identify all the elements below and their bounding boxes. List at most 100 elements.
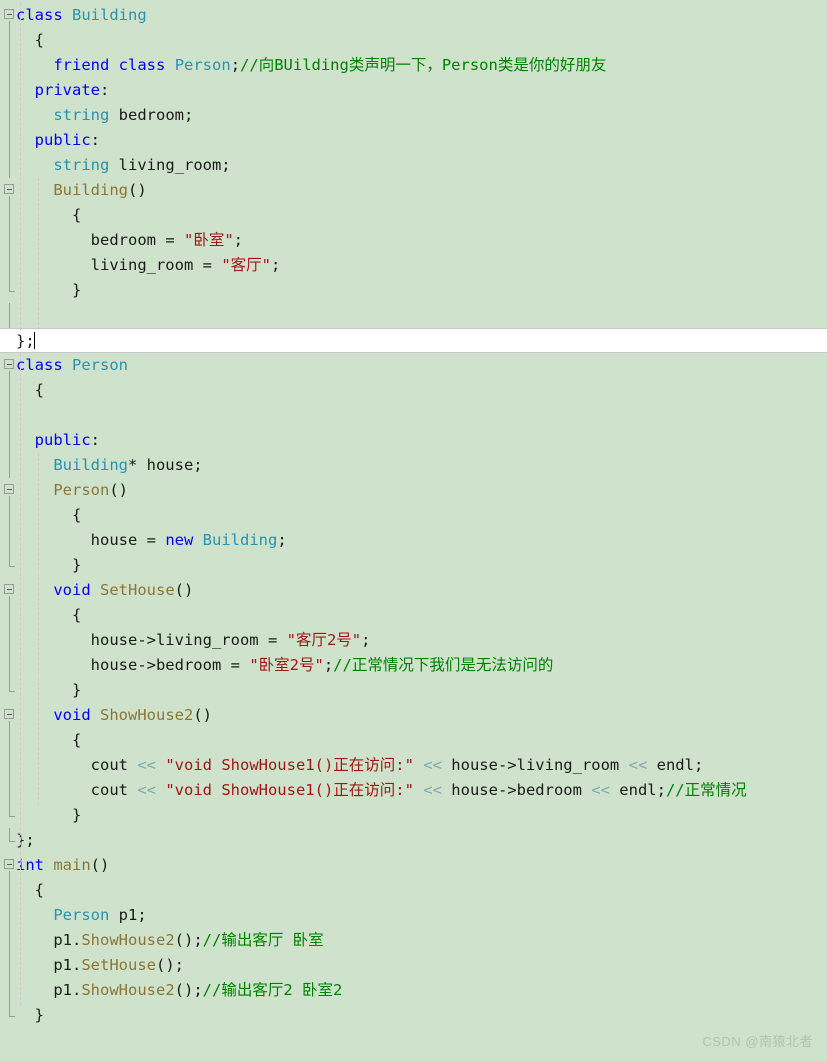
code-line[interactable]: { [0, 603, 827, 628]
token-op: << [137, 781, 166, 799]
code-line[interactable]: Building* house; [0, 453, 827, 478]
code-line-text: { [0, 728, 81, 753]
token-punct: ; [270, 256, 281, 274]
token-cmt: //输出客厅2 卧室2 [202, 981, 343, 999]
code-line[interactable]: cout << "void ShowHouse1()正在访问:" << hous… [0, 753, 827, 778]
token-punct: = [230, 656, 250, 674]
code-line[interactable]: house = new Building; [0, 528, 827, 553]
code-line[interactable] [0, 403, 827, 428]
code-line-text: void ShowHouse2() [0, 703, 212, 728]
code-line[interactable]: private: [0, 78, 827, 103]
code-line[interactable]: { [0, 28, 827, 53]
code-line[interactable]: { [0, 378, 827, 403]
code-line[interactable]: Person() [0, 478, 827, 503]
token-fn: SetHouse [81, 956, 156, 974]
code-line[interactable]: living_room = "客厅"; [0, 253, 827, 278]
code-line-text: cout << "void ShowHouse1()正在访问:" << hous… [0, 753, 704, 778]
code-line[interactable]: { [0, 878, 827, 903]
code-line[interactable]: cout << "void ShowHouse1()正在访问:" << hous… [0, 778, 827, 803]
code-line[interactable]: house->bedroom = "卧室2号";//正常情况下我们是无法访问的 [0, 653, 827, 678]
code-line[interactable]: } [0, 803, 827, 828]
token-type: string [53, 156, 110, 174]
indent-guide [20, 353, 22, 1005]
code-line[interactable]: { [0, 503, 827, 528]
code-line-text: p1.ShowHouse2();//输出客厅2 卧室2 [0, 978, 342, 1003]
token-punct: ; [693, 756, 704, 774]
code-line[interactable]: class Person [0, 353, 827, 378]
code-line[interactable]: }; [0, 328, 827, 353]
token-type: Building [72, 6, 147, 24]
code-line-text: void SetHouse() [0, 578, 193, 603]
token-fn: ShowHouse2 [100, 706, 194, 724]
code-line-text: int main() [0, 853, 109, 878]
token-punct: { [72, 606, 82, 624]
code-line[interactable]: { [0, 203, 827, 228]
code-line-text: bedroom = "卧室"; [0, 228, 243, 253]
token-punct: } [72, 556, 82, 574]
code-line-text: { [0, 378, 44, 403]
code-line[interactable]: void ShowHouse2() [0, 703, 827, 728]
code-line-text: } [0, 678, 81, 703]
token-plain: cout [90, 781, 138, 799]
code-line-text: } [0, 1003, 44, 1028]
code-line[interactable]: p1.SetHouse(); [0, 953, 827, 978]
token-punct: { [34, 31, 45, 49]
code-line[interactable]: public: [0, 128, 827, 153]
token-kw: class [16, 356, 63, 374]
indent-guide [38, 453, 40, 805]
code-line[interactable]: Person p1; [0, 903, 827, 928]
token-punct: ; [323, 656, 334, 674]
code-line[interactable]: } [0, 278, 827, 303]
code-line[interactable]: int main() [0, 853, 827, 878]
token-plain: * house; [127, 456, 203, 474]
token-punct: } [34, 1006, 45, 1024]
code-line[interactable]: string living_room; [0, 153, 827, 178]
token-punct: : [100, 81, 110, 99]
indent-guide [38, 178, 40, 330]
code-line[interactable]: }; [0, 828, 827, 853]
code-line[interactable]: p1.ShowHouse2();//输出客厅 卧室 [0, 928, 827, 953]
code-line[interactable]: friend class Person;//向BUilding类声明一下，Per… [0, 53, 827, 78]
code-line-text: private: [0, 78, 110, 103]
token-op: << [581, 781, 620, 799]
code-line-text: } [0, 553, 81, 578]
code-line[interactable]: public: [0, 428, 827, 453]
token-kw: public [34, 131, 91, 149]
code-line[interactable]: { [0, 728, 827, 753]
code-line[interactable]: void SetHouse() [0, 578, 827, 603]
code-line-text: }; [0, 329, 35, 354]
token-punct: = [267, 631, 287, 649]
token-plain: p1. [53, 931, 82, 949]
token-kw: friend [53, 56, 110, 74]
token-op: << [619, 756, 657, 774]
token-punct: ; [656, 781, 666, 799]
code-line[interactable]: p1.ShowHouse2();//输出客厅2 卧室2 [0, 978, 827, 1003]
token-kw: void [53, 581, 91, 599]
code-line-text: } [0, 278, 81, 303]
token-str: "void ShowHouse1()正在访问:" [165, 756, 414, 774]
code-line[interactable]: class Building [0, 3, 827, 28]
code-line-text: } [0, 803, 81, 828]
token-punct: } [72, 281, 82, 299]
token-plain: cout [90, 756, 138, 774]
code-line[interactable]: Building() [0, 178, 827, 203]
code-line[interactable]: string bedroom; [0, 103, 827, 128]
token-kw: new [165, 531, 194, 549]
token-punct: } [72, 681, 82, 699]
code-line[interactable]: } [0, 553, 827, 578]
code-editor[interactable]: class Building { friend class Person;//向… [0, 0, 827, 1061]
code-line[interactable]: house->living_room = "客厅2号"; [0, 628, 827, 653]
token-punct: () [193, 706, 212, 724]
token-punct: () [90, 856, 110, 874]
token-type: Person [53, 906, 110, 924]
code-line[interactable]: bedroom = "卧室"; [0, 228, 827, 253]
code-line[interactable] [0, 303, 827, 328]
code-line[interactable]: } [0, 1003, 827, 1028]
token-punct: ; [233, 231, 243, 249]
token-str: "卧室" [183, 231, 234, 249]
token-punct: () [109, 481, 128, 499]
code-line[interactable]: } [0, 678, 827, 703]
